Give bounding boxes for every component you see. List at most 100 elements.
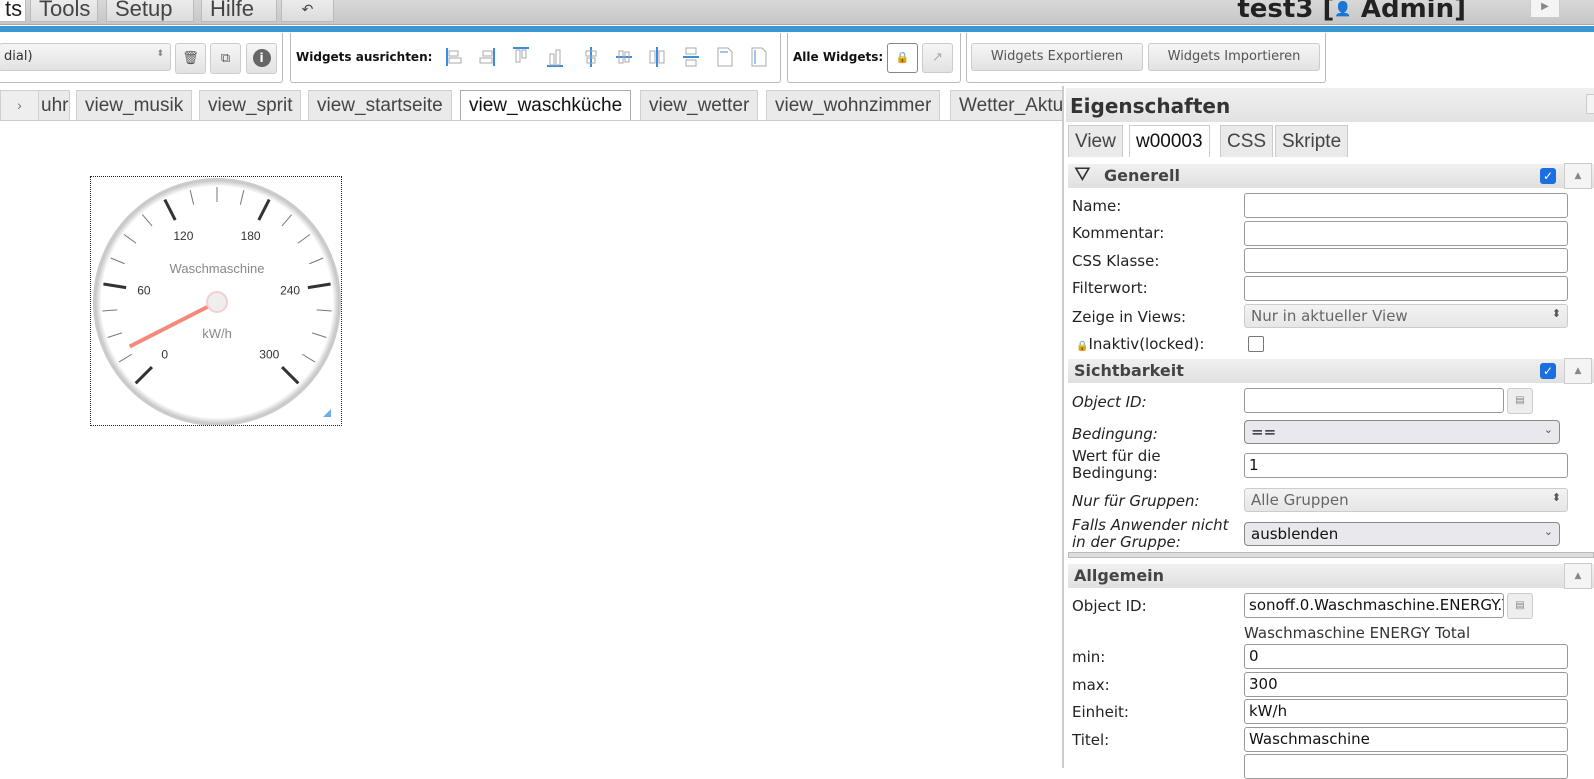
export-group: Widgets Exportieren Widgets Importieren [966,33,1326,83]
collapse-button[interactable]: ▲ [1564,358,1592,384]
info-icon: i [252,49,271,67]
widget-select[interactable]: dial) ⬍ [0,43,171,71]
import-widgets-button[interactable]: Widgets Importieren [1148,43,1320,71]
object-id-input[interactable]: sonoff.0.Waschmaschine.ENERGY.Total [1244,593,1504,618]
filter-input[interactable] [1244,276,1568,301]
menu-tab-tools[interactable]: Tools [30,0,98,22]
select-oid-button[interactable]: ▤ [1507,593,1533,619]
align-bottom-icon[interactable] [547,47,563,67]
filter-icon: ⛛ [1074,162,1091,186]
divider [1068,552,1594,558]
tab-view-musik[interactable]: view_musik [76,90,193,120]
condition-value-input[interactable]: 1 [1244,453,1568,478]
menu-tab-widgets[interactable]: ts [0,0,26,22]
name-input[interactable] [1244,193,1568,218]
menu-tab-setup[interactable]: Setup [106,0,194,22]
chevron-down-icon: ⌄ [1543,525,1553,538]
same-height-icon[interactable] [751,47,767,67]
tab-wetter-aktu[interactable]: Wetter_Aktu [950,90,1062,120]
tabs-scroll-button[interactable]: › [0,90,39,120]
lock-icon: 🔒 [895,51,910,64]
menu-bar: ts Tools Setup Hilfe ↶ test3 [👤 Admin] ▶ [0,0,1594,25]
panel-resize-handle[interactable] [1586,94,1594,114]
css-class-input[interactable] [1244,248,1568,273]
distribute-h-icon[interactable] [649,47,665,67]
next-input[interactable] [1244,754,1568,779]
tick-label: 300 [259,347,279,361]
trash-icon: 🗑 [182,51,199,66]
user-icon: 👤 [1334,1,1352,18]
widget-select-group: dial) ⬍ 🗑 ⧉ i [0,33,283,83]
lock-all-button[interactable]: 🔒 [887,43,918,73]
tab-view-waschkueche[interactable]: view_waschküche [460,90,632,120]
tab-view-wohnzimmer[interactable]: view_wohnzimmer [766,90,941,120]
tab-view-wetter[interactable]: view_wetter [640,90,759,120]
gauge-widget[interactable]: 0 60 120 180 240 300 Waschmaschine kW/h [90,176,342,426]
align-center-v-icon[interactable] [583,47,599,67]
tick-label: 180 [241,229,261,243]
sichtbarkeit-checkbox[interactable]: ✓ [1540,363,1556,379]
visibility-oid-input[interactable] [1244,388,1504,413]
gauge-needle-cap [206,291,228,313]
section-allgemein[interactable]: Allgemein ▲ [1068,563,1594,589]
copy-widget-button[interactable]: ⧉ [210,43,241,74]
chevron-down-icon: ⌄ [1543,423,1553,436]
condition-select[interactable]: == ⌄ [1244,420,1560,444]
run-button[interactable]: ▶ [1530,0,1560,18]
tick-label: 240 [280,283,300,297]
tick-label: 0 [161,347,168,361]
lock-icon: 🔒 [1076,341,1089,352]
tab-view-sprit[interactable]: view_sprit [199,90,302,120]
list-icon: ▤ [1515,395,1525,406]
panel-title: Eigenschaften [1066,88,1594,122]
external-link-icon: ↗ [932,50,943,65]
undo-button[interactable]: ↶ [281,0,334,22]
tick-label: 60 [137,283,151,297]
select-oid-button[interactable]: ▤ [1507,388,1533,414]
align-top-icon[interactable] [513,47,529,67]
not-in-group-select[interactable]: ausblenden ⌄ [1244,522,1560,546]
tab-view[interactable]: View [1068,125,1123,157]
object-name: Waschmaschine ENERGY Total [1244,624,1471,642]
collapse-button[interactable]: ▲ [1564,163,1592,189]
distribute-v-icon[interactable] [683,47,699,67]
comment-input[interactable] [1244,221,1568,246]
tab-widget[interactable]: w00003 [1129,125,1210,157]
align-left-icon[interactable] [446,47,462,67]
chevron-right-icon: › [17,97,22,113]
locked-checkbox[interactable] [1248,336,1264,352]
unit-input[interactable]: kW/h [1244,699,1568,724]
align-center-h-icon[interactable] [616,47,632,67]
delete-widget-button[interactable]: 🗑 [175,43,206,74]
properties-panel: Eigenschaften View w00003 CSS Skripte ⛛ … [1062,86,1594,779]
accent-bar [0,26,1594,32]
info-button[interactable]: i [246,43,277,74]
title-input[interactable]: Waschmaschine [1244,727,1568,752]
max-input[interactable]: 300 [1244,672,1568,697]
generell-checkbox[interactable]: ✓ [1540,168,1556,184]
section-generell[interactable]: ⛛ Generell ✓ ▲ [1068,162,1594,189]
view-tabs: uhr › view_musik view_sprit view_startse… [0,86,1062,121]
gauge: 0 60 120 180 240 300 Waschmaschine kW/h [93,178,341,425]
collapse-button[interactable]: ▲ [1564,563,1592,589]
views-select[interactable]: Nur in aktueller View ⬍ [1244,304,1568,328]
tab-css[interactable]: CSS [1220,125,1274,157]
copy-icon: ⧉ [220,51,231,66]
same-width-icon[interactable] [717,47,733,67]
menu-tab-hilfe[interactable]: Hilfe [201,0,277,22]
tab-view-startseite[interactable]: view_startseite [308,90,452,120]
list-icon: ▤ [1515,600,1525,611]
groups-select[interactable]: Alle Gruppen ⬍ [1244,488,1568,512]
section-sichtbarkeit[interactable]: Sichtbarkeit ✓ ▲ [1068,358,1594,384]
min-input[interactable]: 0 [1244,644,1568,669]
all-widgets-group: Alle Widgets: 🔒 ↗ [787,33,961,83]
align-group: Widgets ausrichten: [290,33,781,83]
tick-label: 120 [173,229,193,243]
resize-handle-icon[interactable] [323,409,331,417]
external-link-button[interactable]: ↗ [922,43,953,73]
align-right-icon[interactable] [479,47,495,67]
undo-icon: ↶ [301,1,314,17]
export-widgets-button[interactable]: Widgets Exportieren [971,43,1143,71]
gauge-unit: kW/h [202,326,232,341]
tab-skripte[interactable]: Skripte [1275,125,1349,157]
